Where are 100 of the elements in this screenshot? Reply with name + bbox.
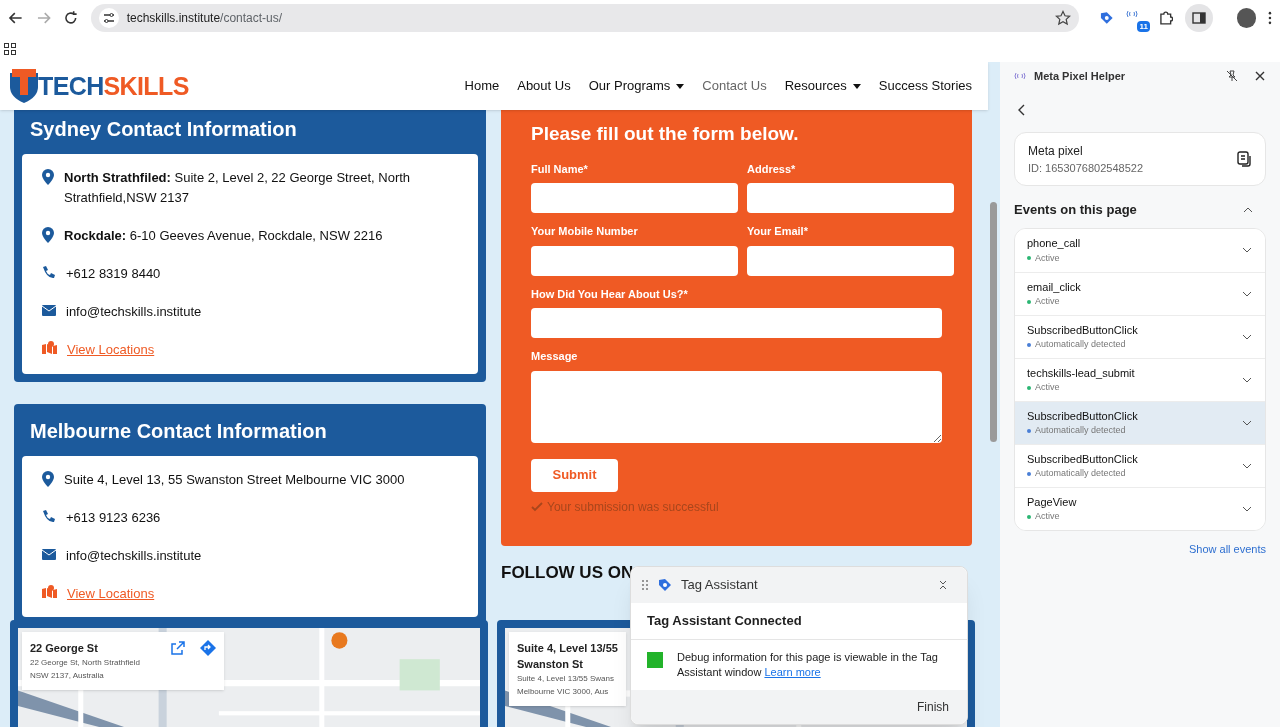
view-locations-link[interactable]: View Locations	[67, 340, 155, 360]
envelope-icon	[42, 305, 56, 316]
form-title: Please fill out the form below.	[531, 122, 800, 146]
location-pin-icon	[42, 227, 54, 243]
field-label: Message	[531, 349, 579, 364]
place-name: Suite 4, Level 13/55	[517, 641, 618, 656]
event-status: Active	[1035, 381, 1060, 394]
event-status: Active	[1035, 510, 1060, 523]
bookmark-star-icon[interactable]	[1054, 10, 1071, 26]
nav-link[interactable]: Success Stories	[878, 76, 972, 96]
event-name: PageView	[1027, 494, 1077, 510]
event-name: SubscribedButtonClick	[1027, 408, 1138, 424]
input-field[interactable]	[531, 245, 738, 276]
profile-avatar[interactable]	[1236, 8, 1257, 28]
nav-link[interactable]: About Us	[517, 76, 571, 96]
apps-icon[interactable]	[4, 43, 16, 55]
url-text: techskills.institute/contact-us/	[126, 10, 283, 27]
event-status: Automatically detected	[1035, 424, 1126, 437]
field-label: Address*	[747, 161, 797, 177]
place-address: Melbourne VIC 3000, Aus	[517, 686, 610, 698]
envelope-icon	[42, 548, 56, 560]
extensions-puzzle-icon[interactable]	[1157, 10, 1174, 26]
nav-link[interactable]: Resources	[784, 76, 861, 96]
phone-icon	[42, 265, 56, 279]
place-address: 22 George St, North Strathfield	[30, 657, 140, 669]
map-marker-icon	[42, 341, 57, 354]
side-panel-icon	[1191, 10, 1208, 26]
view-locations-link[interactable]: View Locations	[67, 583, 155, 603]
finish-button[interactable]: Finish	[917, 697, 949, 716]
email-link[interactable]: info@techskills.institute	[66, 545, 202, 566]
address-text: Rockdale: 6-10 Geeves Avenue, Rockdale, NSW 2216	[64, 227, 383, 245]
status-square	[647, 651, 663, 668]
side-panel-button[interactable]	[1185, 4, 1213, 32]
pixel-icon	[1014, 70, 1026, 82]
scrollbar-thumb[interactable]	[990, 202, 997, 442]
show-all-link[interactable]: Show all events	[1188, 540, 1266, 557]
pixel-id: ID: 1653076802548522	[1028, 160, 1143, 176]
success-message: Your submission was successful	[547, 498, 719, 516]
location-pin-icon	[42, 169, 54, 185]
event-status: Active	[1035, 251, 1060, 265]
phone-link[interactable]: +613 9123 6236	[66, 507, 161, 528]
nav-link[interactable]: Home	[464, 76, 500, 96]
location-pin-icon	[42, 470, 54, 487]
learn-more-link[interactable]: Learn more	[764, 665, 821, 678]
input-field[interactable]	[531, 183, 738, 213]
tag-icon	[657, 577, 673, 593]
external-link-icon[interactable]	[169, 640, 186, 656]
popup-heading: Tag Assistant Connected	[631, 603, 967, 640]
place-address: NSW 2137, Australia	[30, 670, 105, 682]
unpin-icon[interactable]	[1226, 70, 1238, 82]
panel-heading: Melbourne Contact Information	[29, 418, 328, 444]
extension-badge: 11	[1137, 21, 1150, 32]
menu-icon[interactable]	[1268, 10, 1272, 26]
logo-text: TECHSKILLS	[38, 73, 189, 99]
logo-icon	[10, 69, 38, 103]
input-field[interactable]	[747, 183, 954, 213]
input-field[interactable]	[531, 308, 942, 338]
event-status: Active	[1035, 295, 1060, 308]
field-label: How Did You Hear About Us?*	[531, 286, 689, 302]
event-name: techskills-lead_submit	[1027, 365, 1135, 381]
pixel-extension-icon[interactable]	[1126, 8, 1139, 20]
collapse-icon[interactable]	[937, 579, 949, 591]
reload-icon[interactable]	[63, 10, 79, 26]
event-row[interactable]: SubscribedButtonClick Automatically detected	[1015, 400, 1265, 444]
map-marker-icon	[42, 584, 57, 598]
drag-handle-icon[interactable]	[641, 579, 649, 591]
popup-title: Tag Assistant	[681, 576, 758, 595]
nav-link[interactable]: Our Programs	[588, 76, 685, 96]
event-name: SubscribedButtonClick	[1027, 451, 1138, 467]
event-status: Automatically detected	[1035, 338, 1126, 351]
event-name: SubscribedButtonClick	[1027, 322, 1138, 338]
section-heading: Events on this page	[1014, 201, 1137, 219]
panel-heading: Sydney Contact Information	[29, 117, 298, 142]
place-name: Swanston St	[517, 657, 584, 672]
close-icon[interactable]	[1254, 70, 1266, 82]
tag-icon[interactable]	[1098, 10, 1115, 26]
back-icon[interactable]	[8, 10, 24, 26]
message-field[interactable]	[531, 370, 942, 443]
place-name: 22 George St	[30, 641, 99, 656]
directions-icon[interactable]	[199, 640, 216, 656]
nav-link[interactable]: Contact Us	[702, 76, 767, 96]
pixel-name: Meta pixel	[1028, 142, 1084, 160]
field-label: Your Mobile Number	[531, 224, 639, 239]
field-label: Full Name*	[531, 161, 589, 177]
place-address: Suite 4, Level 13/55 Swans	[517, 673, 615, 685]
phone-icon	[42, 508, 56, 523]
site-settings-icon[interactable]	[98, 8, 119, 28]
address-text: Suite 4, Level 13, 55 Swanston Street Melbourne VIC 3000	[64, 470, 405, 489]
copy-icon[interactable]	[1236, 151, 1252, 167]
event-name: email_click	[1027, 279, 1081, 295]
address-text: North Strathfiled: Suite 2, Level 2, 22 George Street, North Strathfield,NSW 2137	[64, 169, 412, 207]
popup-message: Debug information for this page is viewable in the Tag Assistant window Learn more	[677, 649, 939, 680]
event-status: Automatically detected	[1035, 467, 1126, 480]
address-bar[interactable]: techskills.institute/contact-us/	[90, 4, 1079, 32]
email-link[interactable]: info@techskills.institute	[66, 302, 202, 322]
field-label: Your Email*	[747, 224, 809, 239]
phone-link[interactable]: +612 8319 8440	[66, 264, 161, 284]
panel-title: Meta Pixel Helper	[1034, 68, 1126, 84]
input-field[interactable]	[747, 245, 954, 276]
event-row[interactable]: PageView Active	[1015, 486, 1265, 530]
